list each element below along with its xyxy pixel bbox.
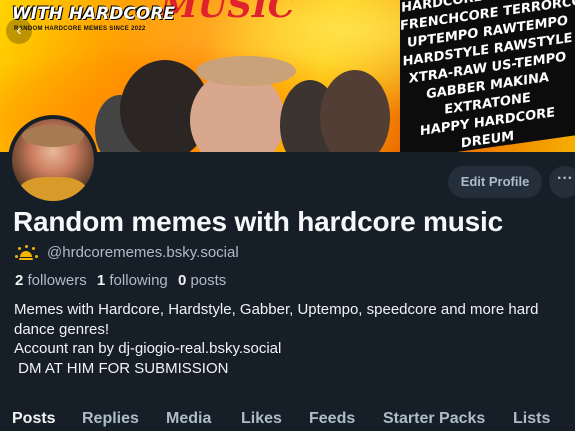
- banner-cowboy-hat: [196, 56, 296, 86]
- banner-title: WITH HARDCORE: [12, 4, 176, 24]
- tab-starter-packs[interactable]: Starter Packs: [383, 410, 485, 428]
- banner-figure: [320, 70, 390, 152]
- sun-icon: [15, 244, 38, 261]
- followers-count: 2: [15, 272, 24, 289]
- tab-feeds[interactable]: Feeds: [309, 410, 355, 428]
- tab-likes[interactable]: Likes: [241, 410, 282, 428]
- avatar-image: [12, 119, 94, 201]
- bio-line: DM AT HIM FOR SUBMISSION: [14, 359, 229, 377]
- bio-line: Memes with Hardcore, Hardstyle, Gabber, …: [14, 301, 539, 318]
- edit-profile-button[interactable]: Edit Profile: [448, 166, 542, 198]
- banner-genre-list: HARDCORE SPEEDCORE FRENCHCORE TERRORCORE…: [400, 0, 575, 152]
- profile-bio: Memes with Hardcore, Hardstyle, Gabber, …: [14, 300, 574, 378]
- banner-subtitle: RANDOM HARDCORE MEMES SINCE 2022: [14, 26, 146, 32]
- bio-line: dance genres!: [14, 320, 110, 338]
- posts-count: 0: [177, 272, 187, 289]
- posts-label: posts: [190, 272, 227, 289]
- back-arrow-icon[interactable]: ‹: [6, 18, 32, 44]
- bio-line: Account ran by dj-giogio-real.bsky.socia…: [14, 340, 282, 357]
- profile-tabs: Posts Replies Media Likes Feeds Starter …: [0, 408, 575, 431]
- banner-music-text: MUSIC: [160, 0, 295, 26]
- tab-replies[interactable]: Replies: [82, 410, 139, 428]
- more-options-button[interactable]: ···: [549, 166, 575, 198]
- avatar[interactable]: [8, 115, 98, 205]
- handle: @hrdcorememes.bsky.social: [47, 244, 239, 261]
- tab-posts[interactable]: Posts: [12, 410, 56, 428]
- followers-label: followers: [27, 272, 87, 289]
- display-name: Random memes with hardcore music: [13, 206, 503, 237]
- tab-lists[interactable]: Lists: [513, 410, 550, 428]
- following-label: following: [109, 272, 168, 289]
- avatar-shirt: [20, 177, 86, 201]
- followers-link[interactable]: 2 followers: [15, 272, 87, 289]
- tab-media[interactable]: Media: [166, 410, 211, 428]
- avatar-hat: [22, 125, 84, 147]
- following-count: 1: [96, 272, 106, 289]
- following-link[interactable]: 1 following: [97, 272, 168, 289]
- handle-row: @hrdcorememes.bsky.social: [15, 244, 239, 261]
- profile-stats: 2 followers 1 following 0 posts: [15, 272, 226, 289]
- posts-stat: 0 posts: [178, 272, 226, 289]
